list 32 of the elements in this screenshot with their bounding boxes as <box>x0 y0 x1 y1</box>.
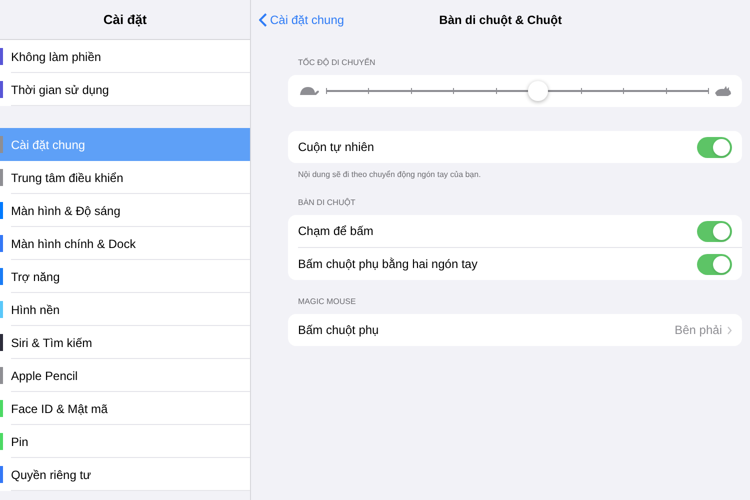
section-header: MAGIC MOUSE <box>297 296 357 308</box>
setting-row[interactable]: Bấm chuột phụ Bên phải <box>288 314 742 346</box>
setting-label: Cuộn tự nhiên <box>298 139 374 156</box>
sidebar-item[interactable]: Pin <box>0 425 250 458</box>
sidebar-item[interactable]: Thời gian sử dụng <box>0 73 250 106</box>
sidebar-item[interactable]: Trung tâm điều khiển <box>0 161 250 194</box>
setting-label: Chạm để bấm <box>298 223 374 240</box>
back-button[interactable]: Cài đặt chung <box>259 11 344 29</box>
setting-label: Bấm chuột phụ <box>298 322 379 339</box>
section-header: BÀN DI CHUỘT <box>297 197 356 209</box>
chevron-left-icon <box>259 13 267 27</box>
sidebar-item[interactable]: Siri & Tìm kiếm <box>0 326 250 359</box>
chevron-right-icon <box>727 326 732 334</box>
sidebar-item[interactable]: Màn hình & Độ sáng <box>0 194 250 227</box>
sidebar-item[interactable]: Trợ năng <box>0 260 250 293</box>
toggle-switch[interactable] <box>697 136 732 158</box>
toggle-switch[interactable] <box>697 220 732 242</box>
sidebar-item[interactable]: Hình nền <box>0 293 250 326</box>
sidebar-item[interactable]: Face ID & Mật mã <box>0 392 250 425</box>
setting-value: Bên phải <box>674 322 722 339</box>
setting-label: Bấm chuột phụ bằng hai ngón tay <box>298 256 478 273</box>
sidebar-item[interactable]: Màn hình chính & Dock <box>0 227 250 260</box>
toggle-switch[interactable] <box>697 254 732 274</box>
section-footer: Nội dung sẽ đi theo chuyển động ngón tay của bạn. <box>288 169 742 181</box>
sidebar-item[interactable]: Apple Pencil <box>0 359 250 392</box>
section-header: TỐC ĐỘ DI CHUYỂN <box>297 57 376 69</box>
sidebar-item[interactable]: Quyền riêng tư <box>0 458 250 491</box>
page-title: Bàn di chuột & Chuột <box>439 12 562 29</box>
sidebar-title: Cài đặt <box>103 10 147 29</box>
speed-slider[interactable] <box>326 82 708 100</box>
slider-thumb[interactable] <box>528 81 548 101</box>
sidebar-item[interactable]: Không làm phiền <box>0 40 250 73</box>
